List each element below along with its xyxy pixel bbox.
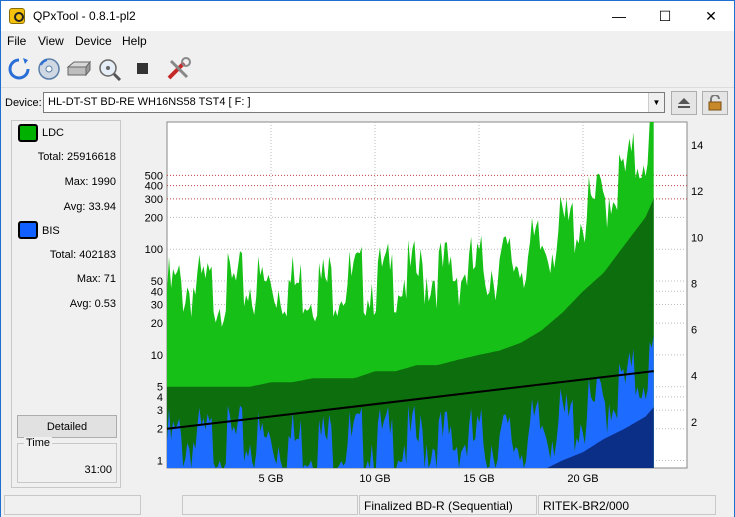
ldc-total-value: 25916618 [67, 151, 116, 163]
y-left-tick-label: 500 [145, 170, 163, 182]
status-bar: Finalized BD-R (Sequential) RITEK-BR2/00… [1, 493, 734, 517]
tools-icon[interactable] [165, 55, 193, 83]
y-right-tick-label: 6 [691, 325, 697, 337]
y-left-tick-label: 3 [157, 405, 163, 417]
ldc-legend-swatch [18, 124, 38, 142]
menu-bar: File View Device Help [1, 31, 734, 51]
y-left-tick-label: 40 [151, 286, 163, 298]
menu-help[interactable]: Help [122, 34, 147, 48]
window-title: QPxTool - 0.8.1-pl2 [33, 9, 136, 23]
ldc-legend-label: LDC [42, 127, 65, 139]
bis-max-label: Max: [76, 273, 101, 285]
time-title: Time [24, 437, 53, 449]
menu-file[interactable]: File [7, 34, 26, 48]
y-left-tick-label: 200 [145, 212, 163, 224]
ldc-max-value: 1990 [91, 176, 116, 188]
bis-total: Total: 402183 [50, 249, 116, 261]
close-button[interactable]: ✕ [688, 1, 734, 31]
y-right-tick-label: 12 [691, 186, 703, 198]
eject-button[interactable] [671, 91, 697, 115]
y-left-tick-label: 2 [157, 424, 163, 436]
y-right-tick-label: 4 [691, 371, 697, 383]
status-disc-type: Finalized BD-R (Sequential) [359, 495, 537, 515]
bis-total-value: 402183 [79, 249, 116, 261]
stop-icon[interactable] [129, 55, 157, 83]
eject-icon [678, 98, 690, 108]
device-label: Device: [5, 97, 42, 109]
bis-avg: Avg: 0.53 [70, 298, 116, 310]
y-right-tick-label: 8 [691, 278, 697, 290]
app-window: QPxTool - 0.8.1-pl2 — ☐ ✕ File View Devi… [0, 0, 735, 517]
scan-icon[interactable] [96, 55, 124, 83]
y-left-tick-label: 10 [151, 350, 163, 362]
title-bar[interactable]: QPxTool - 0.8.1-pl2 — ☐ ✕ [1, 1, 734, 31]
lock-icon [708, 95, 722, 111]
y-left-tick-label: 1 [157, 456, 163, 468]
y-left-tick-label: 300 [145, 194, 163, 206]
device-select[interactable]: HL-DT-ST BD-RE WH16NS58 TST4 [ F: ] ▼ [43, 92, 665, 113]
minimize-button[interactable]: — [596, 1, 642, 31]
y-left-tick-label: 20 [151, 318, 163, 330]
y-right-tick-label: 10 [691, 232, 703, 244]
bis-legend-label: BIS [42, 225, 60, 237]
bis-legend-swatch [18, 221, 38, 239]
time-value: 31:00 [84, 464, 112, 476]
scan-chart: 5 GB 10 GB 15 GB 20 GB 1 2 3 4 5 10 20 30 40 50 100 200… [123, 120, 733, 488]
toolbar [1, 52, 734, 88]
app-logo-icon [9, 8, 25, 24]
ldc-avg: Avg: 33.94 [64, 201, 116, 213]
device-row: Device: HL-DT-ST BD-RE WH16NS58 TST4 [ F… [1, 89, 734, 117]
x-tick-label: 20 GB [567, 473, 598, 485]
x-tick-label: 10 GB [359, 473, 390, 485]
y-left-tick-label: 4 [157, 392, 163, 404]
scan-chart-svg: 5 GB 10 GB 15 GB 20 GB123451020304050100200… [145, 121, 703, 485]
y-left-tick-label: 30 [151, 299, 163, 311]
time-group: Time 31:00 [17, 437, 117, 483]
bis-avg-label: Avg: [69, 298, 92, 310]
status-cell-1 [4, 495, 141, 515]
device-select-value: HL-DT-ST BD-RE WH16NS58 TST4 [ F: ] [48, 96, 251, 108]
chevron-down-icon[interactable]: ▼ [648, 93, 664, 112]
y-left-tick-label: 400 [145, 181, 163, 193]
menu-device[interactable]: Device [75, 34, 112, 48]
y-right-tick-label: 14 [691, 140, 703, 152]
y-right-tick-label: 2 [691, 417, 697, 429]
ldc-max-label: Max: [64, 176, 89, 188]
y-left-tick-label: 5 [157, 382, 163, 394]
bis-max-value: 71 [103, 273, 116, 285]
ldc-avg-label: Avg: [63, 201, 86, 213]
disc-icon[interactable] [35, 55, 63, 83]
status-cell-2 [182, 495, 358, 515]
ldc-avg-value: 33.94 [88, 201, 116, 213]
stats-panel: LDC Total: 25916618 Max: 1990 Avg: 33.94… [11, 120, 121, 488]
detailed-button[interactable]: Detailed [17, 415, 117, 438]
y-left-tick-label: 50 [151, 276, 163, 288]
y-left-tick-label: 100 [145, 244, 163, 256]
lock-button[interactable] [702, 91, 728, 115]
ldc-max: Max: 1990 [65, 176, 116, 188]
menu-view[interactable]: View [38, 34, 64, 48]
ldc-total: Total: 25916618 [38, 151, 116, 163]
bis-max: Max: 71 [77, 273, 116, 285]
status-media-id: RITEK-BR2/000 [538, 495, 716, 515]
bis-avg-value: 0.53 [94, 298, 116, 310]
drive-icon[interactable] [65, 55, 93, 83]
x-tick-label: 5 GB [258, 473, 283, 485]
bis-total-label: Total: [49, 249, 77, 261]
maximize-button[interactable]: ☐ [642, 1, 688, 31]
x-tick-label: 15 GB [463, 473, 494, 485]
ldc-total-label: Total: [37, 151, 64, 163]
refresh-icon[interactable] [5, 55, 33, 83]
